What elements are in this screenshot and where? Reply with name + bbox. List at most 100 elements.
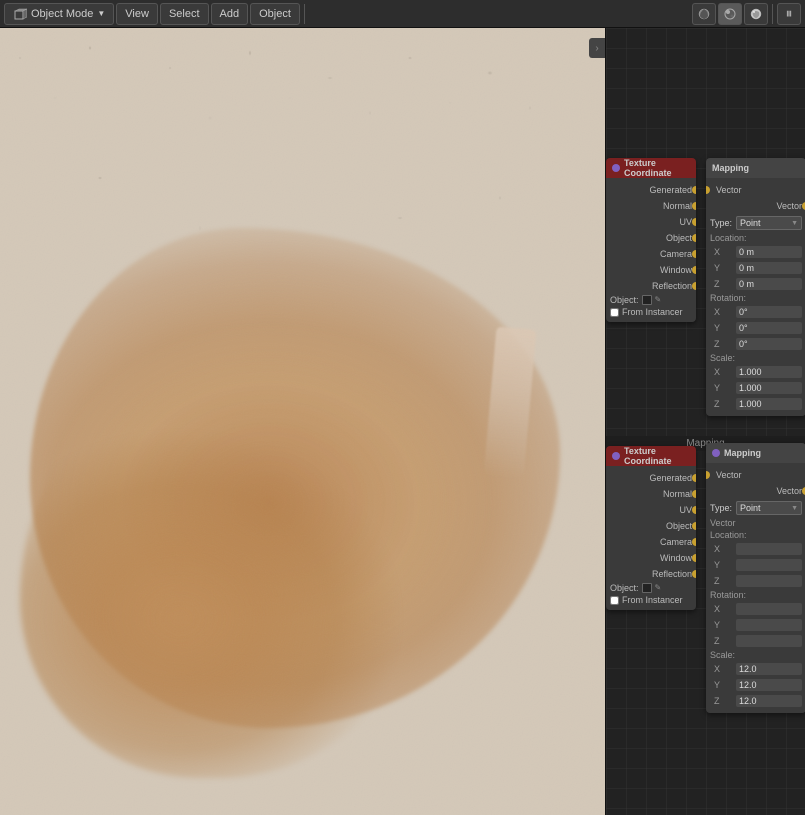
socket-reflection[interactable] bbox=[692, 282, 696, 290]
loc-x-row-2: X bbox=[706, 541, 805, 557]
tex-coord-1-dot bbox=[612, 164, 620, 172]
type-dropdown[interactable]: Point ▼ bbox=[736, 216, 802, 230]
socket-vector-in-2[interactable] bbox=[706, 471, 710, 479]
scale-x-row-2: X 12.0 bbox=[706, 661, 805, 677]
scale-x-value-2[interactable]: 12.0 bbox=[736, 663, 802, 675]
socket-object-2[interactable] bbox=[692, 522, 696, 530]
loc-y-value[interactable]: 0 m bbox=[736, 262, 802, 274]
loc-z-row: Z 0 m bbox=[706, 276, 805, 292]
tex-coord-1-title: Texture Coordinate bbox=[624, 158, 690, 178]
row-object-2: Object bbox=[606, 518, 696, 534]
mapping-node-1[interactable]: Mapping Vector Vector Type: Point bbox=[706, 158, 805, 416]
viewport-canvas bbox=[0, 28, 605, 815]
loc-x-value[interactable]: 0 m bbox=[736, 246, 802, 258]
object-field-row-2: Object: ✎ bbox=[606, 582, 696, 594]
view-menu[interactable]: View bbox=[116, 3, 158, 25]
scale-z-value-2[interactable]: 12.0 bbox=[736, 695, 802, 707]
mapping-node-2[interactable]: Mapping Vector Vector Type: Point bbox=[706, 443, 805, 713]
rot-z-value-2[interactable] bbox=[736, 635, 802, 647]
socket-camera[interactable] bbox=[692, 250, 696, 258]
scale-y-value[interactable]: 1.000 bbox=[736, 382, 802, 394]
tex-coord-2-dot bbox=[612, 452, 620, 460]
material-preview-icon[interactable] bbox=[744, 3, 768, 25]
object-mode-button[interactable]: Object Mode ▼ bbox=[4, 3, 114, 25]
socket-generated-2[interactable] bbox=[692, 474, 696, 482]
texture-coordinate-node-2[interactable]: Texture Coordinate Generated Normal UV O… bbox=[606, 446, 696, 610]
mapping-2-header: Mapping bbox=[706, 443, 805, 463]
rot-x-value[interactable]: 0° bbox=[736, 306, 802, 318]
scale-y-row-2: Y 12.0 bbox=[706, 677, 805, 693]
mode-label: Object Mode bbox=[31, 8, 93, 20]
rot-y-row: Y 0° bbox=[706, 320, 805, 336]
socket-window-2[interactable] bbox=[692, 554, 696, 562]
socket-reflection-2[interactable] bbox=[692, 570, 696, 578]
tex-coord-1-header: Texture Coordinate bbox=[606, 158, 696, 178]
row-object: Object bbox=[606, 230, 696, 246]
instancer-row-2: From Instancer bbox=[606, 594, 696, 606]
scale-z-value[interactable]: 1.000 bbox=[736, 398, 802, 410]
object-swatch[interactable] bbox=[642, 295, 652, 305]
row-camera-2: Camera bbox=[606, 534, 696, 550]
rot-y-row-2: Y bbox=[706, 617, 805, 633]
select-menu[interactable]: Select bbox=[160, 3, 209, 25]
type-row: Type: Point ▼ bbox=[706, 214, 805, 232]
rotation-label-2: Rotation: bbox=[706, 589, 805, 601]
loc-z-value[interactable]: 0 m bbox=[736, 278, 802, 290]
instancer-checkbox[interactable] bbox=[610, 308, 619, 317]
add-label: Add bbox=[220, 8, 240, 20]
location-label: Location: bbox=[706, 232, 805, 244]
view-label: View bbox=[125, 8, 149, 20]
socket-generated[interactable] bbox=[692, 186, 696, 194]
object-swatch-2[interactable] bbox=[642, 583, 652, 593]
row-reflection-2: Reflection bbox=[606, 566, 696, 582]
rot-z-value[interactable]: 0° bbox=[736, 338, 802, 350]
pause-icon[interactable]: ⏸ bbox=[777, 3, 801, 25]
rot-y-value[interactable]: 0° bbox=[736, 322, 802, 334]
socket-normal-2[interactable] bbox=[692, 490, 696, 498]
panel-toggle[interactable]: › bbox=[589, 38, 605, 58]
object-menu[interactable]: Object bbox=[250, 3, 300, 25]
mapping-1-header: Mapping bbox=[706, 158, 805, 178]
eyedrop-icon-2[interactable]: ✎ bbox=[655, 583, 665, 593]
vector-field-label: Vector bbox=[706, 517, 805, 529]
scale-x-value[interactable]: 1.000 bbox=[736, 366, 802, 378]
row-window-2: Window bbox=[606, 550, 696, 566]
loc-y-value-2[interactable] bbox=[736, 559, 802, 571]
separator-1 bbox=[304, 4, 305, 24]
eyedrop-icon[interactable]: ✎ bbox=[655, 295, 665, 305]
type-dropdown-2[interactable]: Point ▼ bbox=[736, 501, 802, 515]
row-uv: UV bbox=[606, 214, 696, 230]
rot-x-value-2[interactable] bbox=[736, 603, 802, 615]
tex-coord-1-body: Generated Normal UV Object Camera bbox=[606, 178, 696, 322]
render-preview-icon[interactable] bbox=[718, 3, 742, 25]
scale-y-row: Y 1.000 bbox=[706, 380, 805, 396]
rot-x-row: X 0° bbox=[706, 304, 805, 320]
socket-normal[interactable] bbox=[692, 202, 696, 210]
select-label: Select bbox=[169, 8, 200, 20]
socket-vector-in[interactable] bbox=[706, 186, 710, 194]
row-generated-2: Generated bbox=[606, 470, 696, 486]
location-label-2: Location: bbox=[706, 529, 805, 541]
3d-viewport[interactable]: › bbox=[0, 28, 605, 815]
texture-coordinate-node-1[interactable]: Texture Coordinate Generated Normal UV O… bbox=[606, 158, 696, 322]
scale-y-value-2[interactable]: 12.0 bbox=[736, 679, 802, 691]
viewport-shading-icon[interactable] bbox=[692, 3, 716, 25]
add-menu[interactable]: Add bbox=[211, 3, 249, 25]
socket-window[interactable] bbox=[692, 266, 696, 274]
tex-coord-2-body: Generated Normal UV Object Camera bbox=[606, 466, 696, 610]
socket-camera-2[interactable] bbox=[692, 538, 696, 546]
row-camera: Camera bbox=[606, 246, 696, 262]
loc-z-value-2[interactable] bbox=[736, 575, 802, 587]
loc-x-value-2[interactable] bbox=[736, 543, 802, 555]
rot-y-value-2[interactable] bbox=[736, 619, 802, 631]
scale-x-row: X 1.000 bbox=[706, 364, 805, 380]
socket-uv-2[interactable] bbox=[692, 506, 696, 514]
mapping-2-title: Mapping bbox=[724, 448, 761, 458]
scale-z-row: Z 1.000 bbox=[706, 396, 805, 412]
instancer-checkbox-2[interactable] bbox=[610, 596, 619, 605]
socket-object[interactable] bbox=[692, 234, 696, 242]
main-toolbar: Object Mode ▼ View Select Add Object bbox=[0, 0, 805, 28]
socket-uv[interactable] bbox=[692, 218, 696, 226]
rotation-label: Rotation: bbox=[706, 292, 805, 304]
scale-label-2: Scale: bbox=[706, 649, 805, 661]
